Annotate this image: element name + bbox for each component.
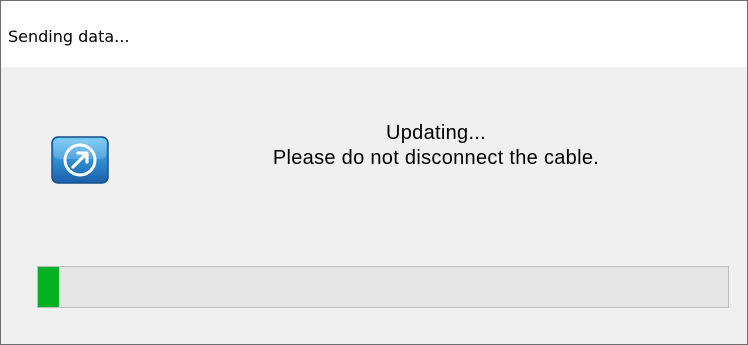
status-line-updating: Updating... <box>385 122 487 144</box>
status-message: Updating... Please do not disconnect the… <box>171 121 701 171</box>
window-title: Sending data... <box>8 27 130 46</box>
progress-bar <box>37 266 729 308</box>
update-arrow-icon <box>51 136 109 184</box>
progress-fill <box>38 267 59 307</box>
status-line-warning: Please do not disconnect the cable. <box>272 147 600 169</box>
title-bar[interactable]: Sending data... <box>1 1 747 67</box>
update-dialog-window: Sending data... Updating... Please do no… <box>0 0 748 345</box>
